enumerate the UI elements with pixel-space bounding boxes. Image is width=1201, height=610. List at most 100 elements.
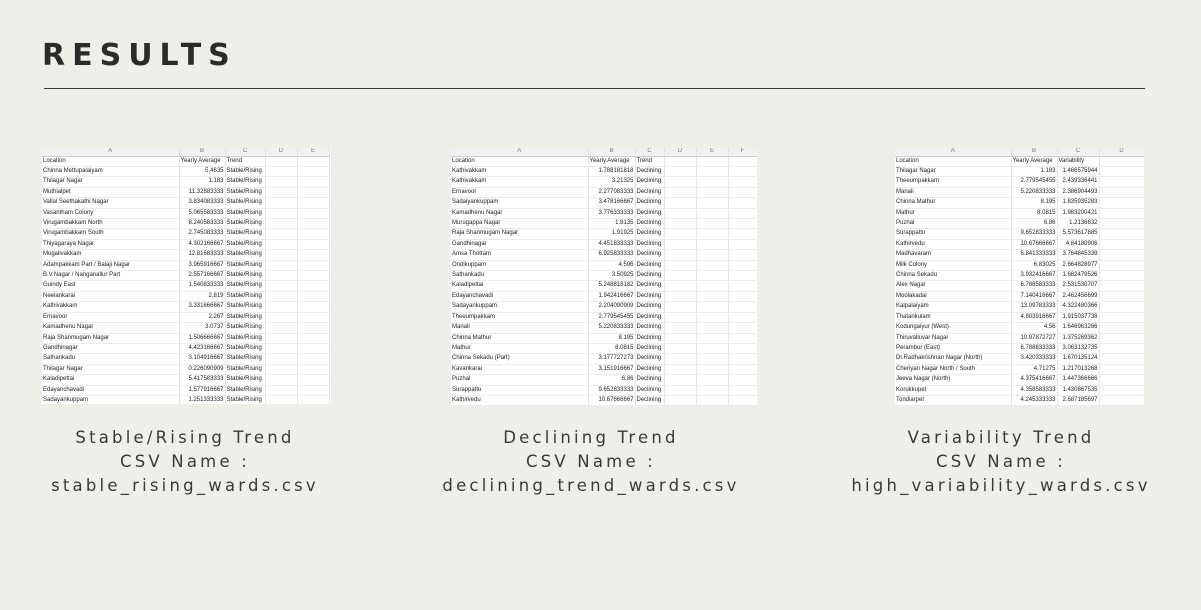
table-cell[interactable]: 0.226090909 — [179, 364, 226, 376]
header-cell[interactable] — [1099, 156, 1144, 168]
table-cell[interactable]: Stable/Rising — [225, 208, 266, 220]
table-cell[interactable]: Stable/Rising — [225, 187, 266, 199]
table-cell[interactable] — [1099, 353, 1144, 365]
table-cell[interactable] — [265, 385, 298, 396]
table-cell[interactable]: Declining — [635, 395, 665, 406]
table-cell[interactable]: 1.447366666 — [1057, 374, 1100, 386]
table-cell[interactable]: Jeeva Nagar (North) — [895, 374, 1012, 386]
header-cell[interactable]: Trend — [635, 156, 665, 168]
table-cell[interactable]: 10.67666667 — [588, 395, 636, 406]
table-cell[interactable] — [1099, 312, 1144, 324]
table-cell[interactable]: 1.183 — [179, 176, 226, 188]
table-cell[interactable]: Thilagar Nagar — [895, 166, 1012, 178]
table-cell[interactable]: 4.803916667 — [1011, 312, 1058, 324]
table-cell[interactable] — [696, 249, 729, 261]
table-cell[interactable] — [1099, 385, 1144, 396]
table-cell[interactable] — [664, 166, 697, 178]
table-cell[interactable] — [696, 228, 729, 240]
table-cell[interactable]: 1.577916667 — [179, 385, 226, 396]
table-cell[interactable]: Declining — [635, 374, 665, 386]
header-cell[interactable]: Location — [895, 156, 1012, 168]
table-cell[interactable]: Stable/Rising — [225, 343, 266, 355]
table-cell[interactable]: Stable/Rising — [225, 364, 266, 376]
table-cell[interactable] — [265, 322, 298, 334]
table-cell[interactable] — [1099, 166, 1144, 178]
table-cell[interactable]: Ondikuppam — [451, 260, 589, 272]
table-cell[interactable]: 3.177727273 — [588, 353, 636, 365]
table-cell[interactable]: 3.834083333 — [179, 197, 226, 209]
table-cell[interactable] — [297, 208, 330, 220]
table-cell[interactable]: Sadaiyankuppam — [451, 197, 589, 209]
table-cell[interactable]: 6.925833333 — [588, 249, 636, 261]
header-cell[interactable] — [696, 156, 729, 168]
table-cell[interactable]: Stable/Rising — [225, 395, 266, 404]
table-cell[interactable] — [664, 374, 697, 386]
table-cell[interactable]: Chinna Mettupalaiyam — [42, 166, 180, 178]
table-cell[interactable]: Declining — [635, 197, 665, 209]
table-cell[interactable]: Chinna Sekadu — [895, 270, 1012, 282]
table-cell[interactable] — [265, 374, 298, 386]
table-cell[interactable] — [696, 197, 729, 209]
table-cell[interactable] — [1099, 374, 1144, 386]
table-cell[interactable] — [728, 385, 757, 396]
table-cell[interactable]: Adampakkam Part / Balaji Nagar — [42, 260, 180, 272]
table-cell[interactable] — [297, 364, 330, 376]
table-cell[interactable]: 3.50925 — [588, 270, 636, 282]
header-cell[interactable]: Trend — [225, 156, 266, 168]
table-cell[interactable] — [1099, 187, 1144, 199]
table-cell[interactable] — [728, 187, 757, 199]
table-cell[interactable] — [1099, 176, 1144, 188]
table-cell[interactable] — [728, 228, 757, 240]
table-cell[interactable]: 11.32883333 — [179, 187, 226, 199]
table-cell[interactable] — [728, 395, 757, 406]
table-cell[interactable] — [664, 228, 697, 240]
header-cell[interactable] — [728, 156, 757, 168]
table-cell[interactable]: Stable/Rising — [225, 197, 266, 209]
table-cell[interactable]: Dr.Radhakrishnan Nagar (North) — [895, 353, 1012, 365]
table-cell[interactable]: Kamadhenu Nagar — [42, 322, 180, 334]
table-cell[interactable]: Raja Shanmugam Nagar — [451, 228, 589, 240]
table-cell[interactable] — [728, 260, 757, 272]
table-cell[interactable]: Kaladipettai — [42, 374, 180, 386]
table-cell[interactable] — [664, 208, 697, 220]
table-cell[interactable] — [297, 197, 330, 209]
table-cell[interactable] — [696, 322, 729, 334]
table-cell[interactable]: Kathirvedu — [895, 239, 1012, 251]
table-cell[interactable] — [297, 228, 330, 240]
table-cell[interactable]: Stable/Rising — [225, 166, 266, 178]
table-cell[interactable]: Kavankarai — [451, 364, 589, 376]
table-cell[interactable]: Thiruvalluvar Nagar — [895, 333, 1012, 344]
column-letter[interactable]: D — [265, 148, 298, 157]
table-cell[interactable]: Declining — [635, 228, 665, 240]
table-cell[interactable] — [265, 312, 298, 324]
table-cell[interactable]: 1.670135124 — [1057, 353, 1100, 365]
table-cell[interactable] — [664, 280, 697, 292]
table-cell[interactable] — [728, 239, 757, 251]
table-cell[interactable]: 2.687185697 — [1057, 395, 1100, 406]
table-cell[interactable]: Stable/Rising — [225, 353, 266, 365]
table-cell[interactable]: 1.835935283 — [1057, 197, 1100, 209]
table-cell[interactable]: Thatankulam — [895, 312, 1012, 324]
table-cell[interactable]: 2.439336441 — [1057, 176, 1100, 188]
table-cell[interactable]: 2.779545455 — [588, 312, 636, 324]
table-cell[interactable] — [297, 353, 330, 365]
table-cell[interactable]: Tondiarpet — [895, 395, 1012, 406]
table-cell[interactable]: Kathivakkam — [451, 166, 589, 178]
table-cell[interactable]: Declining — [635, 166, 665, 178]
table-cell[interactable]: 4.451833333 — [588, 239, 636, 251]
table-cell[interactable]: Theeumpakkam — [451, 312, 589, 324]
column-letter[interactable]: C — [225, 148, 266, 157]
table-cell[interactable]: 5.248818182 — [588, 280, 636, 292]
table-cell[interactable]: 1.983200421 — [1057, 208, 1100, 220]
column-letter[interactable]: E — [297, 148, 330, 157]
table-cell[interactable] — [297, 218, 330, 230]
table-cell[interactable] — [265, 208, 298, 220]
table-cell[interactable]: Declining — [635, 270, 665, 282]
table-cell[interactable] — [297, 291, 330, 303]
table-cell[interactable]: Declining — [635, 280, 665, 292]
table-cell[interactable]: 8.0815 — [1011, 208, 1058, 220]
table-cell[interactable]: 1.788181818 — [588, 166, 636, 178]
table-cell[interactable]: Gandhinagar — [42, 343, 180, 355]
table-cell[interactable] — [265, 187, 298, 199]
header-cell[interactable] — [664, 156, 697, 168]
